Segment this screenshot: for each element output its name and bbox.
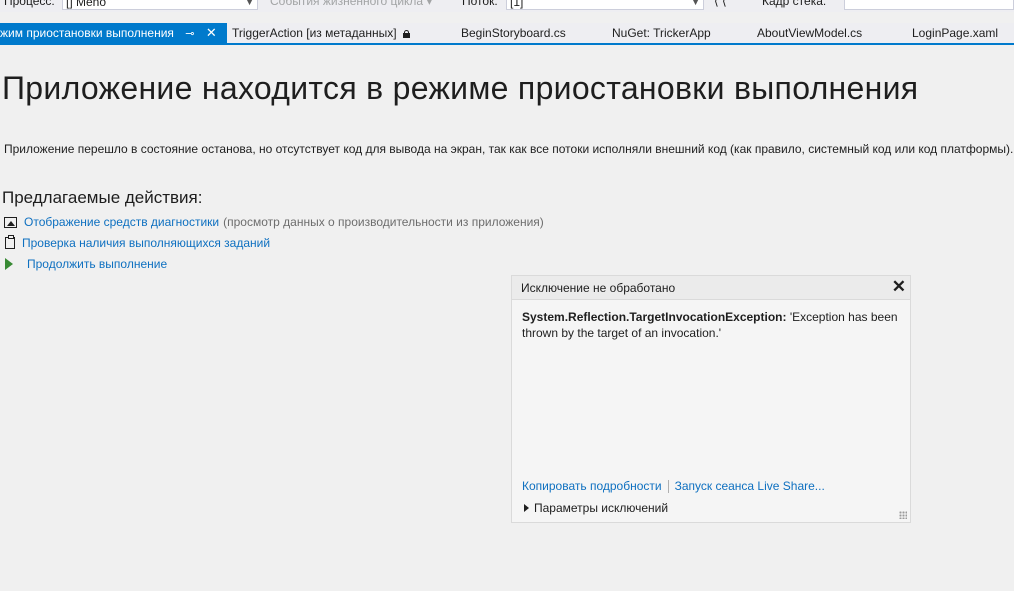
link-separator [667, 480, 669, 494]
diagnostics-icon [4, 216, 17, 228]
tab-about-view-model[interactable]: AboutViewModel.cs [757, 23, 862, 43]
break-mode-description: Приложение перешло в состояние останова,… [4, 142, 1014, 156]
task-icon [5, 235, 15, 249]
process-dropdown[interactable]: [] Meno ▼ [62, 0, 258, 10]
tab-label: NuGet: TrickerApp [612, 26, 711, 40]
lock-icon [402, 30, 410, 38]
tab-break-mode[interactable]: жим приостановки выполнения ⊸ ✕ [0, 23, 227, 43]
tab-login-page[interactable]: LoginPage.xaml [912, 23, 998, 43]
tab-label: TriggerAction [из метаданных] [232, 26, 397, 40]
tab-label: жим приостановки выполнения [0, 26, 174, 40]
tab-nuget[interactable]: NuGet: TrickerApp [612, 23, 711, 43]
exception-header: Исключение не обработано ✕ [512, 276, 910, 300]
stack-frame-label: Кадр стека: [762, 0, 827, 8]
lifecycle-events-button[interactable]: События жизненного цикла ▾ [270, 0, 432, 8]
diagnostics-note: (просмотр данных о производительности из… [223, 215, 544, 229]
exception-type: System.Reflection.TargetInvocationExcept… [522, 310, 787, 324]
exception-settings-toggle[interactable]: Параметры исключений [524, 501, 668, 515]
document-tabs: жим приостановки выполнения ⊸ ✕ TriggerA… [0, 23, 1014, 45]
continue-link[interactable]: Продолжить выполнение [27, 257, 167, 271]
thread-dropdown[interactable]: [1] ▼ [506, 0, 704, 10]
chevron-down-icon: ▼ [691, 0, 700, 7]
tab-label: LoginPage.xaml [912, 26, 999, 40]
tab-label: AboutViewModel.cs [757, 26, 863, 40]
tab-begin-storyboard[interactable]: BeginStoryboard.cs [461, 23, 566, 43]
tab-label: BeginStoryboard.cs [461, 26, 566, 40]
exception-helper: Исключение не обработано ✕ System.Reflec… [511, 275, 911, 523]
thread-label: Поток: [462, 0, 498, 8]
check-tasks-link[interactable]: Проверка наличия выполняющихся заданий [22, 236, 270, 250]
exception-links: Копировать подробности Запуск сеанса Live… [522, 479, 825, 494]
process-value: [] Meno [66, 0, 107, 9]
live-share-link[interactable]: Запуск сеанса Live Share... [675, 479, 825, 493]
chevron-down-icon: ▼ [245, 0, 254, 7]
thread-filter-icon[interactable]: ⟨ ⟨ [714, 0, 727, 8]
copy-details-link[interactable]: Копировать подробности [522, 479, 662, 493]
lifecycle-events-label: События жизненного цикла [270, 0, 424, 8]
pin-icon[interactable]: ⊸ [185, 28, 194, 40]
action-continue: Продолжить выполнение [4, 256, 167, 272]
expand-arrow-icon [524, 504, 529, 512]
process-label: Процесс: [4, 0, 55, 8]
thread-value: [1] [510, 0, 524, 9]
action-diagnostics: Отображение средств диагностики (просмот… [4, 214, 544, 230]
debug-toolbar: Процесс: [] Meno ▼ События жизненного ци… [0, 0, 1014, 12]
page-title: Приложение находится в режиме приостанов… [2, 70, 919, 106]
resize-grip-icon[interactable] [899, 511, 907, 519]
close-icon[interactable]: ✕ [206, 25, 217, 40]
diagnostics-link[interactable]: Отображение средств диагностики [24, 215, 219, 229]
tab-trigger-action[interactable]: TriggerAction [из метаданных] [232, 23, 410, 43]
exception-message: System.Reflection.TargetInvocationExcept… [522, 309, 902, 341]
stack-frame-dropdown[interactable] [844, 0, 1014, 10]
close-icon[interactable]: ✕ [892, 277, 906, 297]
play-icon [5, 258, 13, 270]
suggested-actions-heading: Предлагаемые действия: [2, 188, 203, 207]
action-check-tasks: Проверка наличия выполняющихся заданий [4, 235, 270, 251]
exception-title: Исключение не обработано [521, 281, 676, 295]
exception-settings-label: Параметры исключений [534, 501, 669, 515]
